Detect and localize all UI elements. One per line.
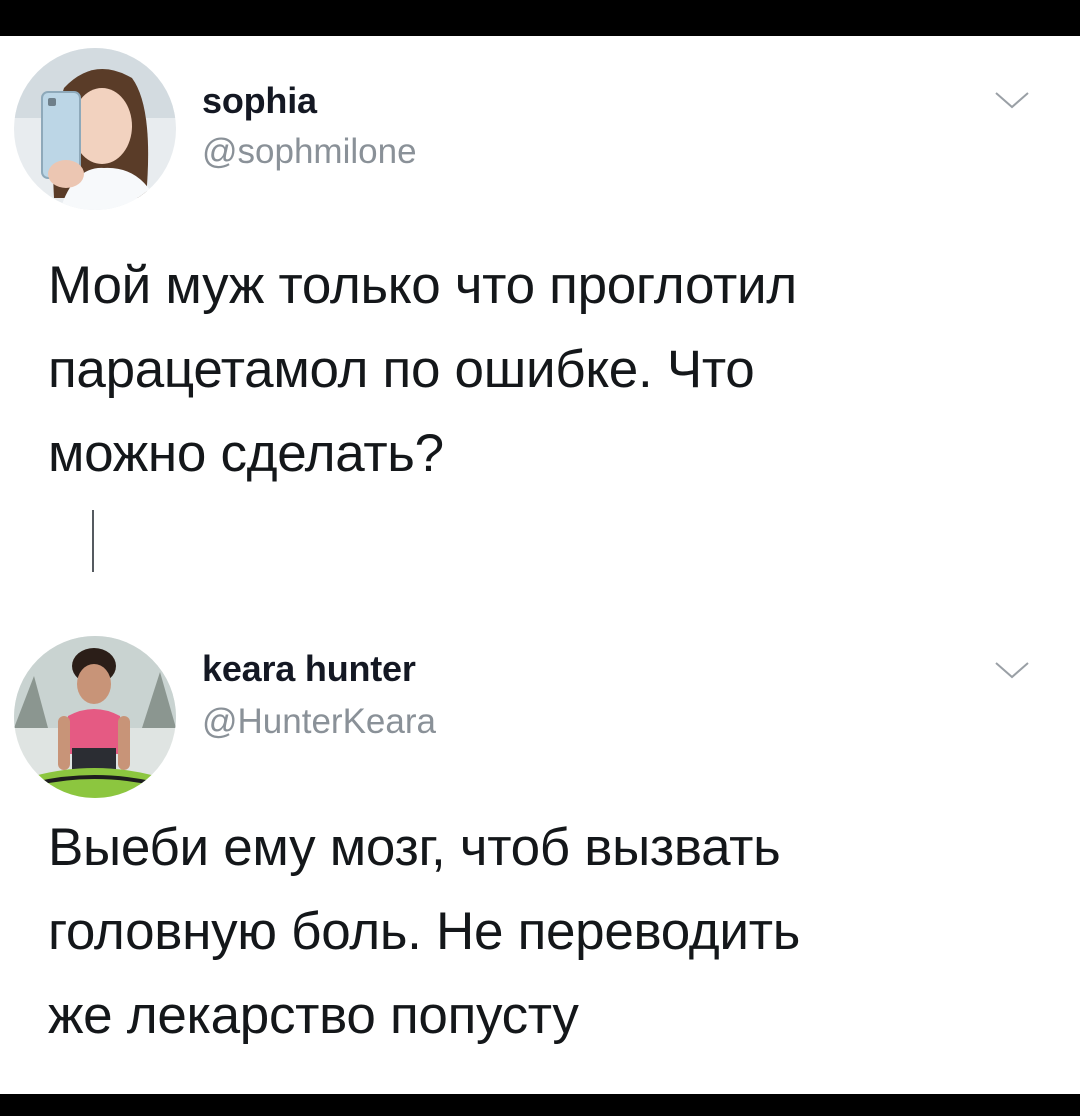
- user-handle[interactable]: @HunterKeara: [202, 702, 436, 742]
- avatar[interactable]: [14, 636, 176, 798]
- tweet-screenshot: sophia @sophmilone Мой муж только что пр…: [0, 36, 1080, 1094]
- tweet-original: sophia @sophmilone Мой муж только что пр…: [0, 36, 1080, 556]
- tweet-reply: keara hunter @HunterKeara Выеби ему мозг…: [0, 576, 1080, 1094]
- avatar-photo: [14, 48, 176, 210]
- user-handle[interactable]: @sophmilone: [202, 132, 417, 172]
- tweet-text-line: парацетамол по ошибке. Что: [48, 340, 755, 399]
- display-name[interactable]: keara hunter: [202, 648, 416, 690]
- chevron-down-icon[interactable]: [994, 90, 1030, 110]
- tweet-text-line: же лекарство попусту: [48, 986, 579, 1045]
- tweet-text-line: Выеби ему мозг, чтоб вызвать: [48, 818, 781, 877]
- thread-connector: [92, 510, 94, 572]
- tweet-text-line: головную боль. Не переводить: [48, 902, 801, 961]
- tweet-text-line: можно сделать?: [48, 424, 444, 483]
- avatar-photo: [14, 636, 176, 798]
- avatar[interactable]: [14, 48, 176, 210]
- tweet-text-line: Мой муж только что проглотил: [48, 256, 797, 315]
- display-name[interactable]: sophia: [202, 80, 317, 122]
- tweet-text: Мой муж только что проглотил парацетамол…: [48, 244, 1048, 496]
- chevron-down-icon[interactable]: [994, 660, 1030, 680]
- tweet-text: Выеби ему мозг, чтоб вызвать головную бо…: [48, 806, 1048, 1058]
